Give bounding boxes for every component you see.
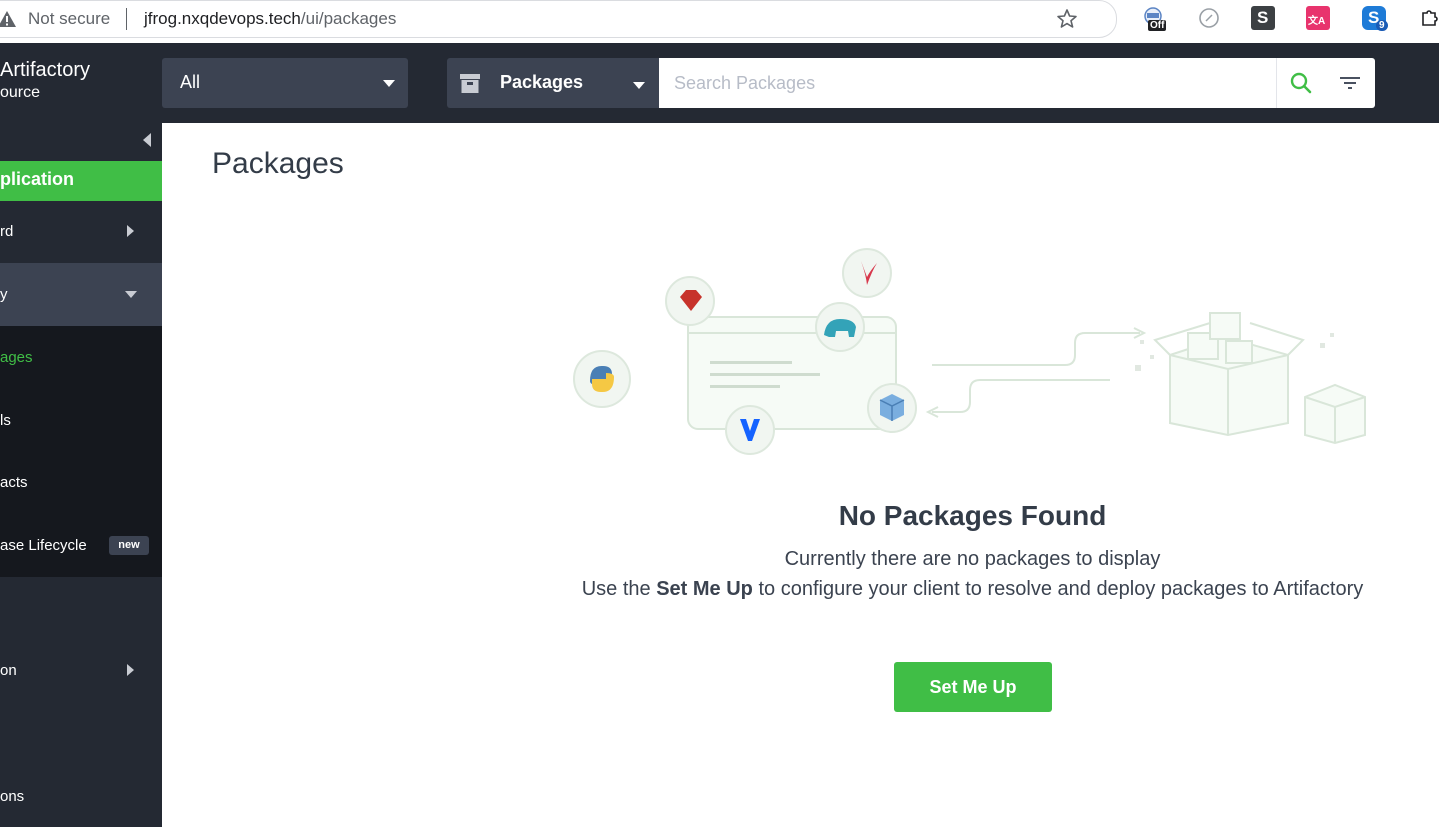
page-title: Packages [212,147,344,180]
search-divider [1276,58,1277,108]
scope-dropdown-value: All [180,72,201,92]
sidebar-item-integration[interactable]: on [0,653,162,687]
puzzle-extension-icon[interactable] [1417,6,1439,30]
package-cube-icon [867,383,917,433]
empty-state-illustration [573,248,1366,455]
empty-state-message: Currently there are no packages to displ… [784,548,1161,570]
sidebar-subitem-artifacts[interactable]: acts [0,474,28,491]
chevron-down-icon [633,82,645,89]
skype-badge: 9 [1376,20,1388,31]
s-extension-icon[interactable]: S [1251,6,1275,30]
translate-extension-icon[interactable]: 文A [1306,6,1330,30]
vagrant-icon [725,405,775,455]
sidebar-item-integrations[interactable]: ons [0,779,162,813]
packages-box-icon [460,74,480,93]
url-text[interactable]: jfrog.nxqdevops.tech/ui/packages [144,9,396,29]
security-label[interactable]: Not secure [28,9,110,29]
ruby-icon [665,276,715,326]
warning-icon[interactable] [0,9,17,29]
sidebar-item-artifactory[interactable]: y [0,263,162,326]
address-bar[interactable]: Not secure jfrog.nxqdevops.tech/ui/packa… [0,0,1117,38]
instructions-set-me-up: Set Me Up [656,578,753,600]
off-badge: Off [1148,20,1167,31]
collapse-sidebar-icon[interactable] [143,133,151,147]
sidebar-subitem-builds[interactable]: ls [0,412,11,429]
brand-title[interactable]: Artifactory [0,59,90,82]
sidebar-item-label: rd [0,223,14,240]
sidebar-item-label: y [0,286,8,303]
sidebar-subitem-release-lifecycle[interactable]: ase Lifecycle [0,537,87,554]
instructions-prefix: Use the [581,578,651,600]
maven-feather-icon [842,248,892,298]
brand-subtitle: ource [0,84,41,101]
sidebar-item-label: ons [0,788,25,805]
skype-extension-icon[interactable]: S 9 [1362,6,1388,31]
off-extension-icon[interactable]: Off [1143,6,1167,31]
url-path: /ui/packages [300,9,397,28]
compass-extension-icon[interactable] [1197,6,1221,30]
url-host: jfrog.nxqdevops.tech [144,9,301,28]
address-separator [126,8,127,30]
s-extension-label: S [1257,8,1269,27]
sidebar-module-label: plication [0,169,75,189]
empty-state-title: No Packages Found [838,500,1107,531]
package-type-value: Packages [500,72,584,92]
search-input[interactable] [659,58,1284,108]
empty-state-instructions: Use the Set Me Up to configure your clie… [540,578,1405,601]
search-box [659,58,1375,108]
package-type-dropdown[interactable]: Packages [447,58,659,108]
sidebar-subitem-packages[interactable]: ages [0,349,33,366]
instructions-suffix: to configure your client to resolve and … [758,578,1364,600]
scope-dropdown[interactable]: All [162,58,408,108]
new-badge: new [109,536,149,555]
bookmark-star-icon[interactable] [1055,7,1079,31]
sidebar-module-application[interactable]: plication [0,161,162,201]
python-icon [573,350,631,408]
chevron-right-icon [127,664,134,676]
gradle-elephant-icon [815,302,865,352]
chevron-down-icon [383,80,395,87]
chevron-right-icon [127,225,134,237]
sidebar-item-label: on [0,662,17,679]
sidebar-item-dashboard[interactable]: rd [0,215,162,249]
chevron-down-icon [125,291,137,298]
set-me-up-button[interactable]: Set Me Up [894,662,1052,712]
filter-icon[interactable] [1339,74,1361,92]
search-icon[interactable] [1289,71,1313,95]
translate-extension-label: 文A [1308,16,1326,27]
browser-toolbar: Not secure jfrog.nxqdevops.tech/ui/packa… [0,0,1439,43]
